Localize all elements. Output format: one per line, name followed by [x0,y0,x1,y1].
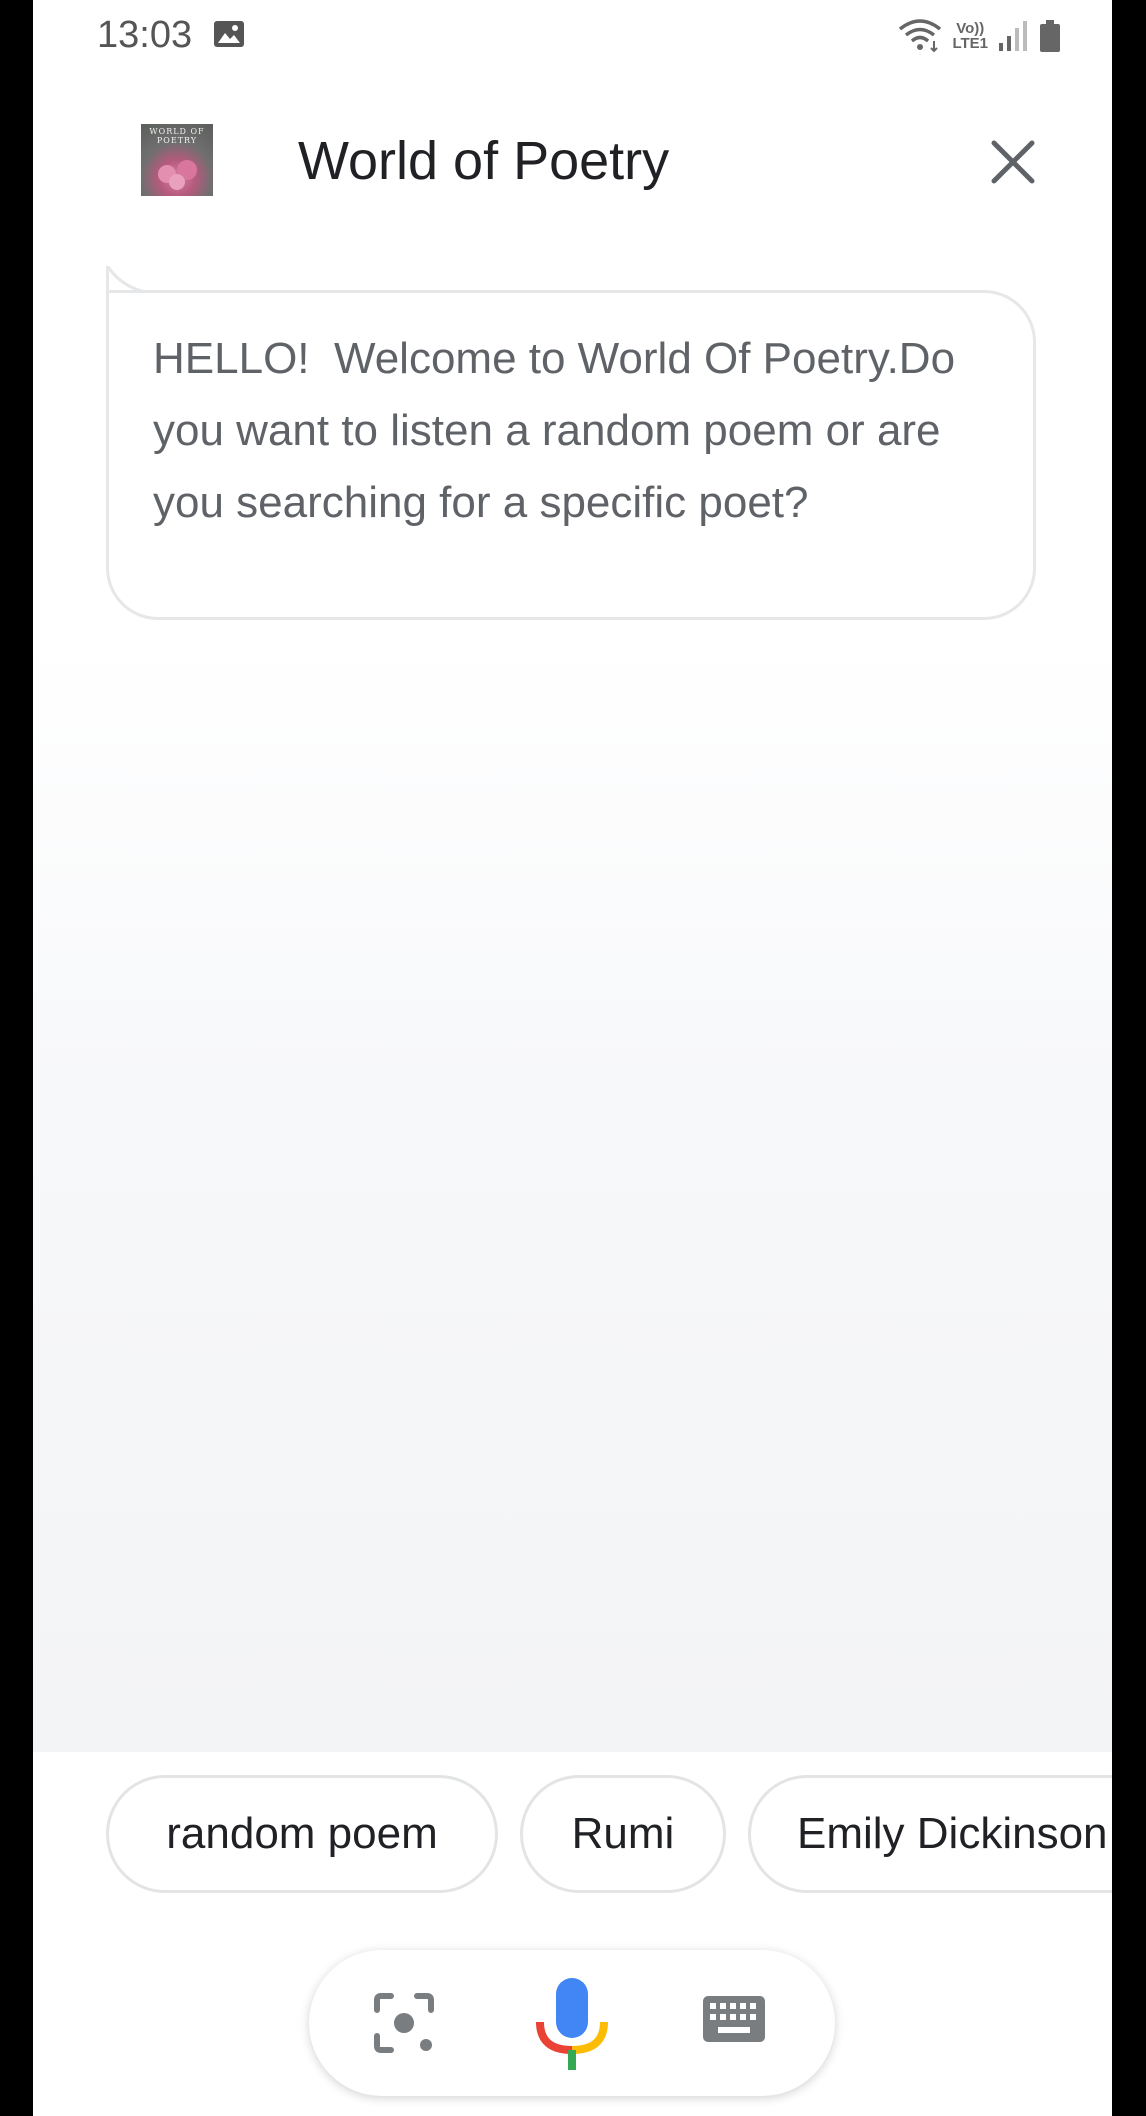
lte-label: LTE1 [952,35,988,52]
chip-rumi[interactable]: Rumi [520,1775,726,1893]
close-button[interactable] [985,134,1041,190]
assistant-message-text: HELLO! Welcome to World Of Poetry.Do you… [153,334,968,527]
conversation-background [33,640,1112,1752]
app-title: World of Poetry [298,131,670,191]
suggestion-chips: random poem Rumi Emily Dickinson [106,1775,1112,1895]
mic-button[interactable] [529,1978,615,2070]
keyboard-icon [703,1996,765,2042]
status-icons: Vo)) LTE1 [898,14,1062,58]
app-header: WORLD OF POETRY World of Poetry [33,100,1112,225]
flower-icon [158,160,197,190]
wifi-icon [899,19,942,53]
volte-label: Vo)) [956,20,985,37]
mic-icon [536,1978,608,2070]
signal-icon [999,21,1027,51]
assistant-message-bubble: HELLO! Welcome to World Of Poetry.Do you… [106,290,1036,620]
input-bar [309,1950,835,2096]
lte-indicator: Vo)) LTE1 [952,21,988,51]
status-time: 13:03 [97,14,193,56]
lens-icon [374,1993,434,2053]
battery-icon [1040,20,1060,52]
screen: 13:03 Vo)) LTE1 WORLD OF POETRY World of… [33,0,1112,2116]
lens-button[interactable] [371,1990,437,2056]
chip-emily-dickinson[interactable]: Emily Dickinson [748,1775,1112,1893]
gallery-icon [214,21,244,47]
status-bar: 13:03 Vo)) LTE1 [33,0,1112,70]
app-logo: WORLD OF POETRY [141,124,213,196]
close-icon [991,140,1035,184]
keyboard-button[interactable] [701,1994,767,2048]
chip-random-poem[interactable]: random poem [106,1775,498,1893]
